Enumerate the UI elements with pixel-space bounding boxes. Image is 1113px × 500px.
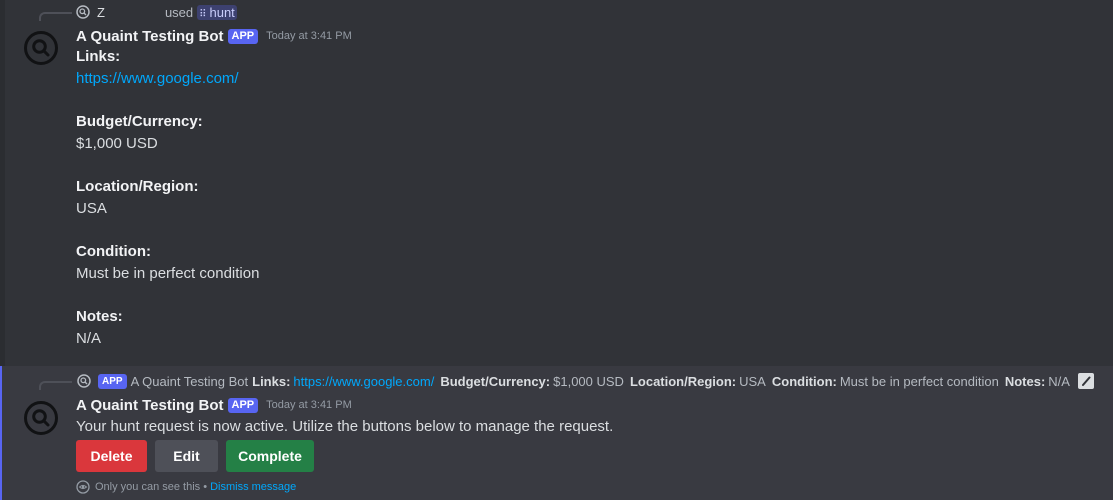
reply-label: Links:: [252, 373, 291, 389]
bot-avatar[interactable]: [23, 400, 59, 436]
reply-value: USA: [739, 373, 766, 389]
ephemeral-notice: Only you can see this • Dismiss message: [76, 480, 296, 494]
author-name[interactable]: A Quaint Testing Bot: [76, 28, 224, 45]
field-label: Notes:: [76, 308, 123, 325]
field-location: Location/Region: USA: [76, 176, 259, 220]
magnifier-avatar-icon: [24, 31, 58, 65]
field-label: Links:: [76, 48, 121, 65]
field-label: Location/Region:: [76, 178, 199, 195]
app-tag: APP: [98, 373, 127, 389]
field-budget: Budget/Currency: $1,000 USD: [76, 111, 259, 155]
app-tag: APP: [227, 397, 259, 413]
message-header: A Quaint Testing Bot APP Today at 3:41 P…: [76, 395, 352, 415]
field-label: Condition:: [76, 243, 151, 260]
reply-label: Notes:: [1004, 373, 1046, 389]
field-condition: Condition: Must be in perfect condition: [76, 241, 259, 285]
reply-value: Must be in perfect condition: [839, 373, 999, 389]
reply-reference[interactable]: Z used ⠿ hunt: [75, 4, 237, 20]
reply-label: Budget/Currency:: [440, 373, 551, 389]
field-value: $1,000 USD: [76, 135, 158, 152]
ephemeral-text: Only you can see this •: [95, 481, 208, 493]
command-name: hunt: [209, 4, 235, 20]
reply-preview: APP A Quaint Testing Bot Links: https://…: [98, 373, 1094, 389]
reply-label: Condition:: [771, 373, 837, 389]
magnifier-mini-icon: [76, 373, 92, 389]
edit-button[interactable]: Edit: [155, 440, 218, 472]
reply-label: Location/Region:: [629, 373, 737, 389]
reply-spine: [39, 381, 72, 390]
message-content: Your hunt request is now active. Utilize…: [76, 418, 614, 435]
magnifier-mini-icon: [75, 4, 91, 20]
reply-spine: [39, 12, 72, 21]
reply-reference[interactable]: APP A Quaint Testing Bot Links: https://…: [76, 373, 1094, 389]
pencil-icon: [1077, 373, 1094, 389]
reply-link[interactable]: https://www.google.com/: [293, 374, 434, 389]
field-value: Must be in perfect condition: [76, 265, 260, 282]
field-links: Links: https://www.google.com/: [76, 46, 259, 90]
dismiss-message-link[interactable]: Dismiss message: [210, 481, 296, 493]
action-row: Delete Edit Complete: [76, 440, 314, 472]
bot-avatar[interactable]: [23, 30, 59, 66]
reply-value: N/A: [1048, 373, 1070, 389]
reply-username[interactable]: Z: [97, 5, 105, 20]
delete-button[interactable]: Delete: [76, 440, 147, 472]
message-header: A Quaint Testing Bot APP Today at 3:41 P…: [76, 26, 352, 46]
timestamp[interactable]: Today at 3:41 PM: [266, 30, 352, 42]
field-notes: Notes: N/A: [76, 306, 259, 350]
magnifier-avatar-icon: [24, 401, 58, 435]
field-value: USA: [76, 200, 107, 217]
author-name[interactable]: A Quaint Testing Bot: [76, 397, 224, 414]
app-tag: APP: [227, 28, 259, 44]
reply-used-text: used: [164, 4, 194, 20]
message-bot-ephemeral: APP A Quaint Testing Bot Links: https://…: [0, 366, 1113, 500]
links-url[interactable]: https://www.google.com/: [76, 70, 239, 87]
reply-author[interactable]: A Quaint Testing Bot: [131, 374, 249, 389]
field-value: N/A: [76, 330, 102, 347]
message-content: Links: https://www.google.com/ Budget/Cu…: [76, 46, 259, 371]
complete-button[interactable]: Complete: [226, 440, 314, 472]
command-icon: ⠿: [199, 8, 207, 20]
timestamp[interactable]: Today at 3:41 PM: [266, 399, 352, 411]
command-mention[interactable]: ⠿ hunt: [197, 4, 237, 20]
reply-value: $1,000 USD: [553, 373, 624, 389]
eye-icon: [76, 480, 90, 494]
field-label: Budget/Currency:: [76, 113, 203, 130]
message-bot-hunt-details: Z used ⠿ hunt A Quaint Testing Bot APP To…: [0, 0, 1113, 366]
